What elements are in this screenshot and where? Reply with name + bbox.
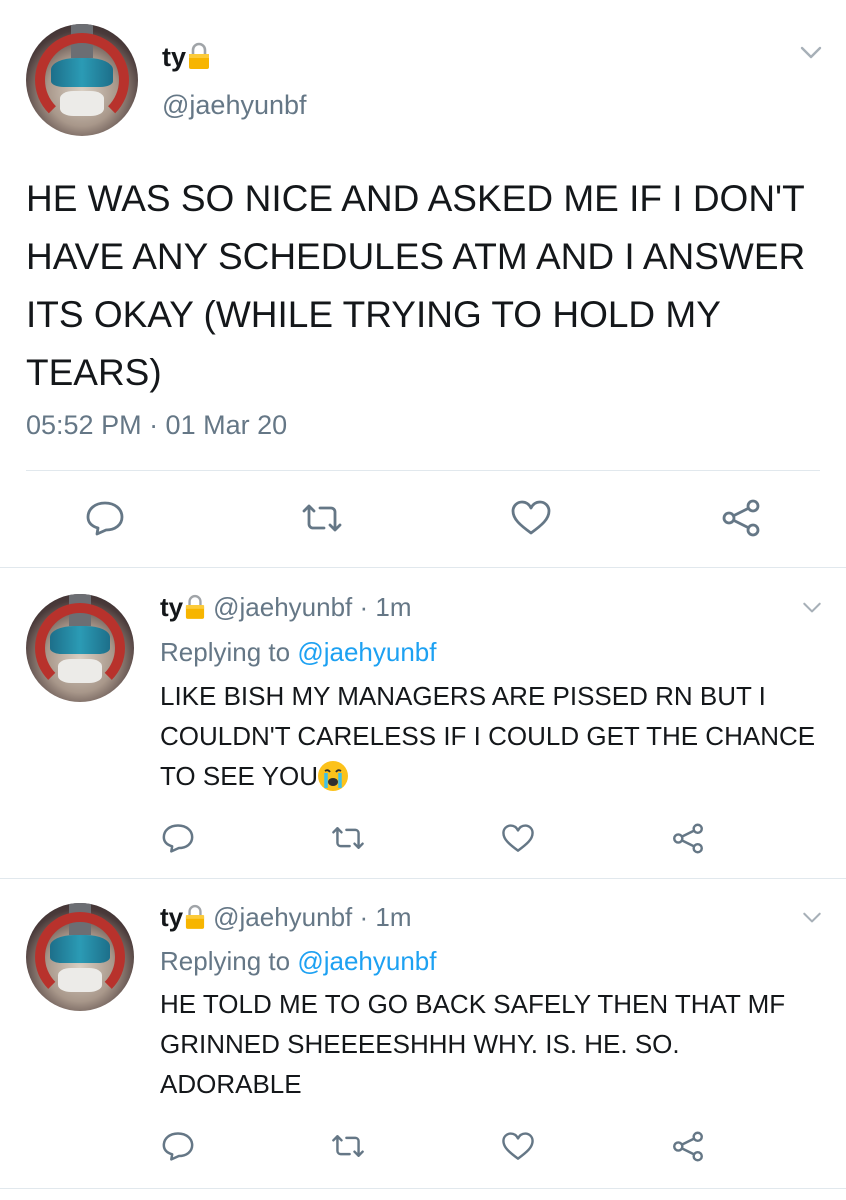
replying-to-link[interactable]: @jaehyunbf	[297, 637, 436, 667]
handle-time[interactable]: @jaehyunbf · 1m	[213, 592, 411, 622]
share-button[interactable]	[668, 1126, 708, 1166]
lock-icon	[188, 42, 210, 70]
retweet-icon	[332, 827, 364, 849]
divider	[0, 1188, 846, 1189]
replying-to-link[interactable]: @jaehyunbf	[297, 946, 436, 976]
retweet-button[interactable]	[294, 495, 350, 541]
reply-icon	[86, 501, 124, 536]
heart-icon	[502, 1131, 534, 1160]
like-button[interactable]	[506, 495, 556, 541]
display-name[interactable]: ty	[162, 42, 210, 73]
share-button[interactable]	[668, 818, 708, 858]
chevron-down-icon[interactable]	[800, 46, 822, 60]
reply-header: ty @jaehyunbf · 1m	[160, 902, 412, 933]
handle[interactable]: @jaehyunbf	[162, 90, 307, 121]
retweet-icon	[302, 504, 342, 532]
tweet-text: HE TOLD ME TO GO BACK SAFELY THEN THAT M…	[160, 989, 786, 1099]
share-icon	[673, 823, 703, 853]
reply-header: ty @jaehyunbf · 1m	[160, 592, 412, 623]
divider	[0, 567, 846, 568]
tweet-text: HE WAS SO NICE AND ASKED ME IF I DON'T H…	[26, 178, 806, 393]
chevron-down-icon[interactable]	[802, 602, 822, 614]
handle-time[interactable]: @jaehyunbf · 1m	[213, 902, 411, 932]
like-button[interactable]	[498, 1126, 538, 1166]
reply-button[interactable]	[80, 495, 130, 541]
retweet-button[interactable]	[326, 1126, 370, 1166]
avatar[interactable]	[26, 903, 134, 1011]
divider	[26, 470, 820, 471]
heart-icon	[502, 823, 534, 852]
lock-icon	[185, 594, 205, 620]
reply-icon	[162, 824, 194, 853]
reply-button[interactable]	[158, 818, 198, 858]
tweet-text: LIKE BISH MY MANAGERS ARE PISSED RN BUT …	[160, 681, 816, 791]
display-name[interactable]: ty	[160, 592, 183, 622]
display-name[interactable]: ty	[160, 902, 183, 932]
replying-to: Replying to @jaehyunbf	[160, 946, 437, 976]
retweet-icon	[332, 1135, 364, 1157]
divider	[0, 878, 846, 879]
loudly-crying-face-emoji	[317, 761, 348, 791]
avatar[interactable]	[26, 594, 134, 702]
chevron-down-icon[interactable]	[802, 912, 822, 924]
share-icon	[673, 1131, 703, 1161]
lock-icon	[185, 904, 205, 930]
like-button[interactable]	[498, 818, 538, 858]
heart-icon	[511, 500, 551, 535]
avatar[interactable]	[26, 24, 138, 136]
reply-button[interactable]	[158, 1126, 198, 1166]
reply-icon	[162, 1132, 194, 1161]
share-button[interactable]	[716, 495, 766, 541]
retweet-button[interactable]	[326, 818, 370, 858]
timestamp[interactable]: 05:52 PM · 01 Mar 20	[26, 410, 287, 441]
replying-to: Replying to @jaehyunbf	[160, 637, 437, 667]
share-icon	[722, 499, 760, 537]
